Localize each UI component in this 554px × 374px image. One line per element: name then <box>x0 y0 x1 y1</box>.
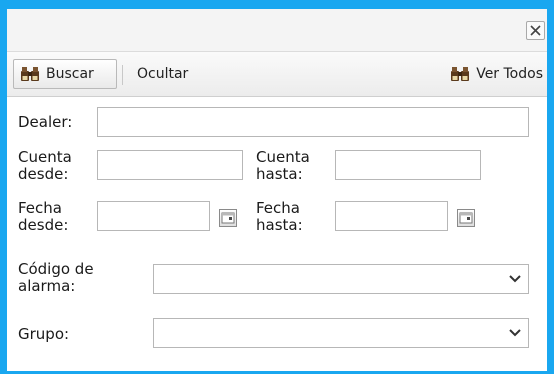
fecha-desde-label: Fecha desde: <box>18 199 69 234</box>
close-icon <box>530 25 541 36</box>
dialog-titlebar <box>7 9 547 52</box>
fecha-hasta-input[interactable] <box>335 201 448 231</box>
chevron-down-icon <box>502 265 528 293</box>
codigo-alarma-select[interactable] <box>153 264 529 294</box>
fecha-hasta-calendar-button[interactable] <box>457 209 475 227</box>
chevron-down-icon <box>502 319 528 347</box>
search-dialog: Buscar Ocultar Ver Todos Dealer: Cuenta … <box>0 0 554 374</box>
dealer-input[interactable] <box>97 107 529 137</box>
toolbar-separator <box>122 65 123 85</box>
dealer-label: Dealer: <box>18 113 73 131</box>
cuenta-hasta-label: Cuenta hasta: <box>256 148 310 183</box>
ver-todos-label: Ver Todos <box>476 66 543 82</box>
codigo-alarma-label: Código de alarma: <box>18 260 94 295</box>
grupo-label: Grupo: <box>18 325 70 343</box>
ocultar-button[interactable]: Ocultar <box>131 59 194 89</box>
cuenta-hasta-input[interactable] <box>335 150 481 180</box>
binoculars-icon <box>21 67 39 81</box>
close-button[interactable] <box>526 21 545 40</box>
fecha-desde-calendar-button[interactable] <box>219 209 237 227</box>
cuenta-desde-label: Cuenta desde: <box>18 148 72 183</box>
buscar-button[interactable]: Buscar <box>13 59 117 89</box>
toolbar: Buscar Ocultar Ver Todos <box>7 52 547 97</box>
search-form: Dealer: Cuenta desde: Cuenta hasta: Fech… <box>7 97 547 371</box>
fecha-hasta-label: Fecha hasta: <box>256 199 303 234</box>
ocultar-label: Ocultar <box>137 66 189 82</box>
buscar-label: Buscar <box>46 66 94 82</box>
grupo-select[interactable] <box>153 318 529 348</box>
cuenta-desde-input[interactable] <box>97 150 243 180</box>
calendar-icon <box>221 212 235 224</box>
binoculars-icon <box>451 67 470 81</box>
fecha-desde-input[interactable] <box>97 201 210 231</box>
calendar-icon <box>459 212 473 224</box>
ver-todos-button[interactable]: Ver Todos <box>444 59 549 89</box>
